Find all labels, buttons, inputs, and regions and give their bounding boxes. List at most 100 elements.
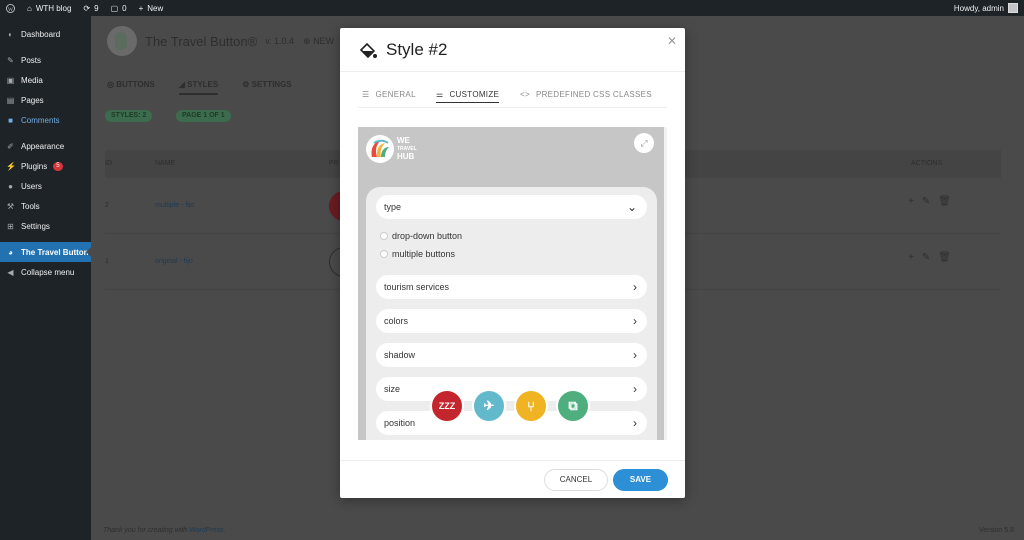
admin-footer-text: Thank you for creating with WordPress. [103,527,226,534]
sidebar-item-dashboard[interactable]: ◐ Dashboard [0,24,91,44]
chevron-right-icon: › [633,348,637,362]
add-icon[interactable]: + [908,196,914,207]
new-style-button[interactable]: ⊕ NEW [303,36,334,47]
trash-icon[interactable]: 🗑 [938,196,951,207]
row-name-link[interactable]: multiple - fijo [155,202,194,209]
radio-dropdown-button[interactable]: drop-down button [380,231,462,241]
column-header-id: ID [105,160,112,167]
tourism-label: tourism services [384,282,450,292]
type-select[interactable]: type ⌄ [376,195,647,219]
brush-icon: ✐ [7,141,14,151]
radio-circle[interactable] [380,232,388,240]
wordpress-logo-icon[interactable]: W [6,3,15,13]
refresh-icon: ⟳ [83,3,91,13]
radio-multiple-buttons[interactable]: multiple buttons [380,249,455,259]
colors-label: colors [384,316,409,326]
sidebar-item-the-travel-button[interactable]: ◕ The Travel Button [0,242,91,262]
plugin-title: The Travel Button® [145,33,258,49]
user-icon: ● [8,181,13,191]
plane-icon[interactable]: ✈ [472,389,506,423]
tab-label: STYLES [187,80,219,89]
ticket-icon[interactable]: ⧉ [556,389,590,423]
we-travel-hub-wordmark: WE TRAVEL HUB [397,137,417,161]
sidebar-item-comments[interactable]: ■ Comments [0,110,91,130]
edit-icon[interactable]: ✎ [922,252,930,263]
we-travel-hub-logo: WE TRAVEL HUB [366,135,417,163]
edit-icon[interactable]: ✎ [922,196,930,207]
tab-general[interactable]: ☰ GENERAL [362,90,416,99]
avatar [1008,3,1018,13]
save-button[interactable]: SAVE [613,469,668,491]
sidebar-item-label: Collapse menu [21,267,75,277]
wordpress-link[interactable]: WordPress. [189,527,226,534]
sidebar-item-label: Dashboard [21,29,61,39]
we-travel-hub-emblem [366,135,394,163]
site-name-link[interactable]: ⌂ WTH blog [27,4,71,13]
sidebar-item-posts[interactable]: ✎ Posts [0,50,91,70]
styles-count-pill: STYLES: 2 [105,110,153,122]
expand-icon[interactable]: ⤢ [634,133,654,153]
chevron-down-icon: ⌄ [626,200,637,214]
position-label: position [384,418,416,428]
row-actions: + ✎ 🗑 [908,252,951,263]
sidebar-item-users[interactable]: ● Users [0,176,91,196]
sidebar-item-label: Users [21,181,42,191]
colors-row[interactable]: colors › [376,309,647,333]
user-account-link[interactable]: Howdy, admin [954,3,1018,13]
radio-label: drop-down button [392,231,463,241]
style-preview-panel: WE TRAVEL HUB ⤢ type ⌄ drop-down button … [358,127,667,440]
sidebar-item-label: Plugins [21,161,48,171]
cancel-button[interactable]: CANCEL [544,469,608,491]
footer-version: Version 5.8 [978,527,1014,534]
plus-circle-icon: ⊕ [303,36,311,46]
row-id: 1 [105,258,109,265]
tab-styles[interactable]: ◢ STYLES [178,80,219,95]
tab-settings[interactable]: ⚙ SETTINGS [242,80,291,95]
tab-label: PREDEFINED CSS CLASSES [535,90,652,99]
radio-label: multiple buttons [392,249,456,259]
sidebar-item-media[interactable]: ▣ Media [0,70,91,90]
row-name-link[interactable]: original - fijo [155,258,193,265]
position-row[interactable]: position › [376,411,647,435]
sidebar-item-tools[interactable]: ⚒ Tools [0,196,91,216]
comments-link[interactable]: ▢ 0 [111,4,127,13]
tab-predefined-css-classes[interactable]: <> PREDEFINED CSS CLASSES [520,90,652,99]
sidebar-item-collapse-menu[interactable]: ◀ Collapse menu [0,262,91,282]
sidebar-item-settings[interactable]: ⊞ Settings [0,216,91,236]
tab-label: GENERAL [375,90,416,99]
modal-footer: CANCEL SAVE [340,460,685,498]
plugin-header: The Travel Button® v. 1.0.4 [107,26,294,56]
updates-count: 9 [94,3,99,13]
plugin-tabs: ◎ BUTTONS ◢ STYLES ⚙ SETTINGS [107,80,292,95]
shadow-row[interactable]: shadow › [376,343,647,367]
modal-tabs: ☰ GENERAL ⚌ CUSTOMIZE <> PREDEFINED CSS … [358,86,667,108]
sidebar-item-appearance[interactable]: ✐ Appearance [0,136,91,156]
sliders-icon: ⚌ [436,90,444,99]
page-icon: ▤ [6,95,15,105]
radio-circle[interactable] [380,250,388,258]
column-header-actions: ACTIONS [911,160,943,167]
media-icon: ▣ [6,75,15,85]
column-header-preview: PR [329,160,339,167]
new-content-link[interactable]: + New [139,4,164,13]
close-icon[interactable]: ✕ [667,34,677,48]
sidebar-item-plugins[interactable]: ⚡ Plugins 5 [0,156,91,176]
add-icon[interactable]: + [908,252,914,263]
service-label: ✈ [483,398,495,413]
sidebar-item-pages[interactable]: ▤ Pages [0,90,91,110]
size-row[interactable]: size › [376,377,647,401]
plugins-update-badge: 5 [53,161,63,171]
customize-options-panel: type ⌄ drop-down button multiple buttons… [366,187,657,440]
tab-customize[interactable]: ⚌ CUSTOMIZE [436,90,500,103]
brand-line-3: HUB [397,152,415,161]
modal-header: Style #2 ✕ [340,28,685,72]
chevron-right-icon: › [633,416,637,430]
trash-icon[interactable]: 🗑 [938,252,951,263]
brand-line-1: WE [397,136,410,145]
tourism-services-row[interactable]: tourism services › [376,275,647,299]
sleep-icon[interactable]: ZZZ [430,389,464,423]
footer-text: Thank you for creating with [103,527,188,534]
tab-buttons[interactable]: ◎ BUTTONS [107,80,155,95]
fork-knife-icon[interactable]: ⑂ [514,389,548,423]
updates-link[interactable]: ⟳ 9 [83,4,98,13]
